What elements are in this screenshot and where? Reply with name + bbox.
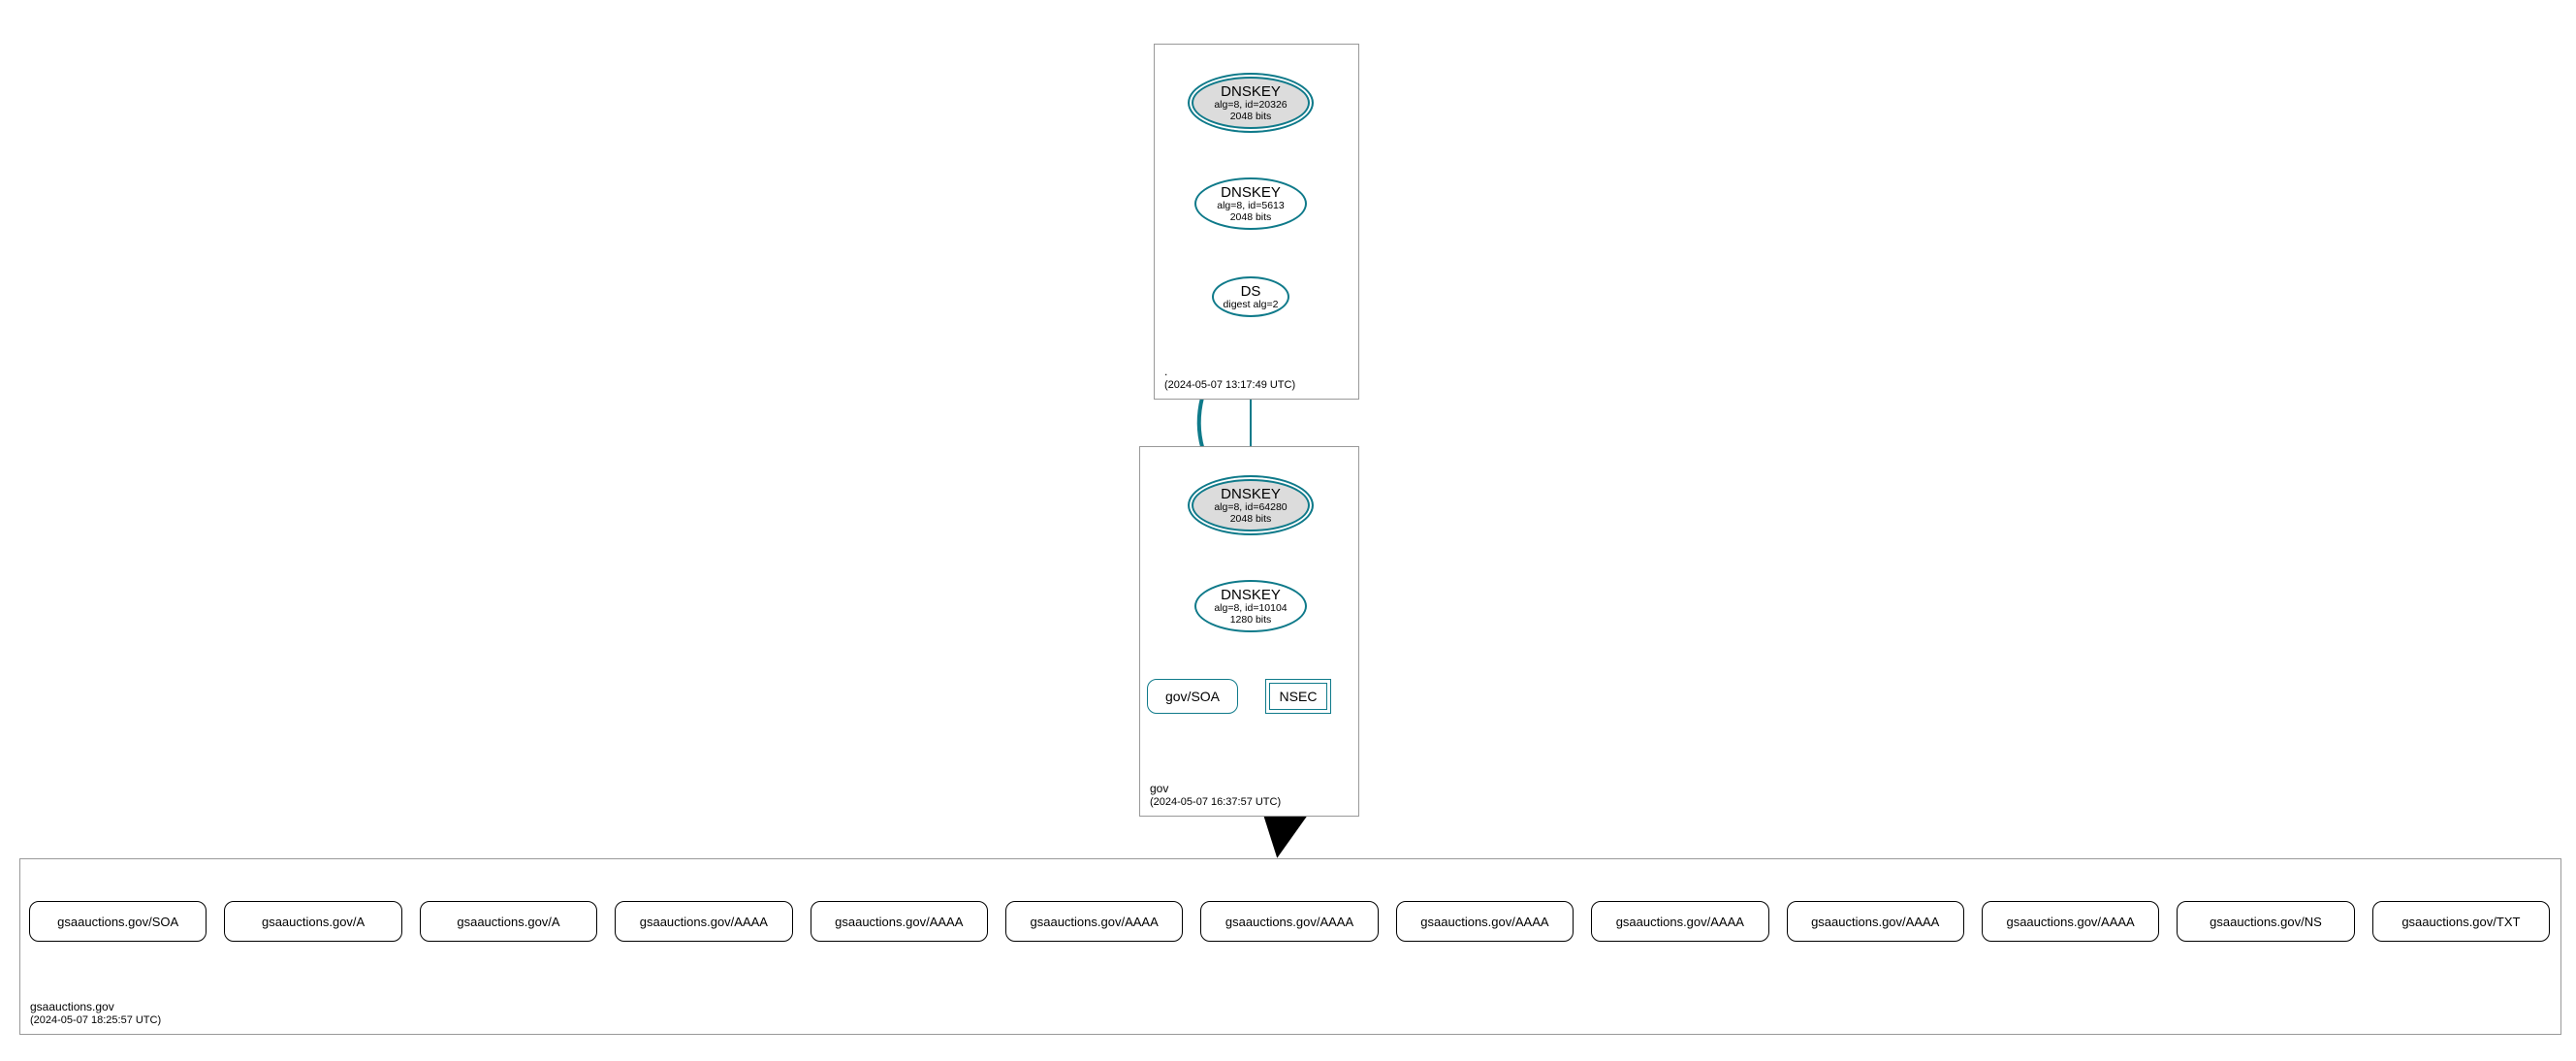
leaf-rrset-label: gsaauctions.gov/AAAA <box>1811 915 1939 929</box>
zone-gov-timestamp: (2024-05-07 16:37:57 UTC) <box>1150 796 1281 810</box>
node-gov-ksk-title: DNSKEY <box>1221 486 1281 502</box>
zone-gov-label: gov (2024-05-07 16:37:57 UTC) <box>1150 782 1281 810</box>
leaf-rrset: gsaauctions.gov/SOA <box>29 901 207 942</box>
node-root-ksk: DNSKEY alg=8, id=20326 2048 bits <box>1188 73 1314 133</box>
leaf-rrset-label: gsaauctions.gov/SOA <box>57 915 178 929</box>
node-gov-zsk-title: DNSKEY <box>1221 587 1281 603</box>
dnssec-graph: . (2024-05-07 13:17:49 UTC) DNSKEY alg=8… <box>0 0 2576 1061</box>
node-gov-nsec: NSEC <box>1265 679 1331 714</box>
zone-root-name: . <box>1164 365 1295 379</box>
leaf-rrset: gsaauctions.gov/NS <box>2177 901 2354 942</box>
leaf-rrset: gsaauctions.gov/A <box>420 901 597 942</box>
leaf-rrset: gsaauctions.gov/AAAA <box>1396 901 1574 942</box>
node-root-zsk-sub2: 2048 bits <box>1230 212 1272 224</box>
leaf-rrset-label: gsaauctions.gov/AAAA <box>1225 915 1353 929</box>
leaf-rrset-label: gsaauctions.gov/NS <box>2210 915 2322 929</box>
leaf-rrset-label: gsaauctions.gov/TXT <box>2401 915 2520 929</box>
zone-leaf-name: gsaauctions.gov <box>30 1000 161 1014</box>
leaf-rrset-label: gsaauctions.gov/AAAA <box>835 915 963 929</box>
leaf-rrset-label: gsaauctions.gov/AAAA <box>1616 915 1744 929</box>
leaf-rrset-label: gsaauctions.gov/AAAA <box>1420 915 1548 929</box>
node-root-zsk: DNSKEY alg=8, id=5613 2048 bits <box>1194 177 1307 230</box>
node-root-ds-sub: digest alg=2 <box>1224 300 1279 311</box>
node-gov-ksk-sub2: 2048 bits <box>1230 514 1272 526</box>
node-root-ksk-sub: alg=8, id=20326 <box>1214 100 1287 112</box>
leaf-rrset-label: gsaauctions.gov/AAAA <box>640 915 768 929</box>
node-root-ds-title: DS <box>1241 283 1261 300</box>
node-root-zsk-title: DNSKEY <box>1221 184 1281 201</box>
leaf-rrset-row: gsaauctions.gov/SOA gsaauctions.gov/A gsaa… <box>29 897 2550 946</box>
node-gov-zsk-sub: alg=8, id=10104 <box>1214 603 1287 615</box>
leaf-rrset: gsaauctions.gov/AAAA <box>1982 901 2159 942</box>
zone-leaf: gsaauctions.gov (2024-05-07 18:25:57 UTC… <box>19 858 2561 1035</box>
leaf-rrset-label: gsaauctions.gov/AAAA <box>1031 915 1159 929</box>
leaf-rrset: gsaauctions.gov/A <box>224 901 401 942</box>
leaf-rrset: gsaauctions.gov/AAAA <box>615 901 792 942</box>
zone-root-timestamp: (2024-05-07 13:17:49 UTC) <box>1164 379 1295 393</box>
node-root-ksk-title: DNSKEY <box>1221 83 1281 100</box>
leaf-rrset-label: gsaauctions.gov/A <box>262 915 365 929</box>
leaf-rrset-label: gsaauctions.gov/A <box>457 915 559 929</box>
node-gov-soa: gov/SOA <box>1147 679 1238 714</box>
node-gov-soa-title: gov/SOA <box>1165 689 1220 704</box>
node-root-ds: DS digest alg=2 <box>1212 276 1289 317</box>
zone-leaf-timestamp: (2024-05-07 18:25:57 UTC) <box>30 1014 161 1028</box>
node-root-ksk-sub2: 2048 bits <box>1230 112 1272 123</box>
node-gov-nsec-title: NSEC <box>1280 689 1318 704</box>
node-gov-ksk: DNSKEY alg=8, id=64280 2048 bits <box>1188 475 1314 535</box>
zone-leaf-label: gsaauctions.gov (2024-05-07 18:25:57 UTC… <box>30 1000 161 1028</box>
leaf-rrset: gsaauctions.gov/AAAA <box>1200 901 1378 942</box>
node-gov-ksk-sub: alg=8, id=64280 <box>1214 502 1287 514</box>
leaf-rrset: gsaauctions.gov/AAAA <box>1005 901 1183 942</box>
zone-gov-name: gov <box>1150 782 1281 796</box>
node-root-zsk-sub: alg=8, id=5613 <box>1217 201 1284 212</box>
zone-root-label: . (2024-05-07 13:17:49 UTC) <box>1164 365 1295 393</box>
leaf-rrset: gsaauctions.gov/AAAA <box>1591 901 1768 942</box>
leaf-rrset: gsaauctions.gov/TXT <box>2372 901 2550 942</box>
leaf-rrset: gsaauctions.gov/AAAA <box>811 901 988 942</box>
node-gov-zsk: DNSKEY alg=8, id=10104 1280 bits <box>1194 580 1307 632</box>
leaf-rrset-label: gsaauctions.gov/AAAA <box>2006 915 2134 929</box>
leaf-rrset: gsaauctions.gov/AAAA <box>1787 901 1964 942</box>
node-gov-zsk-sub2: 1280 bits <box>1230 615 1272 627</box>
